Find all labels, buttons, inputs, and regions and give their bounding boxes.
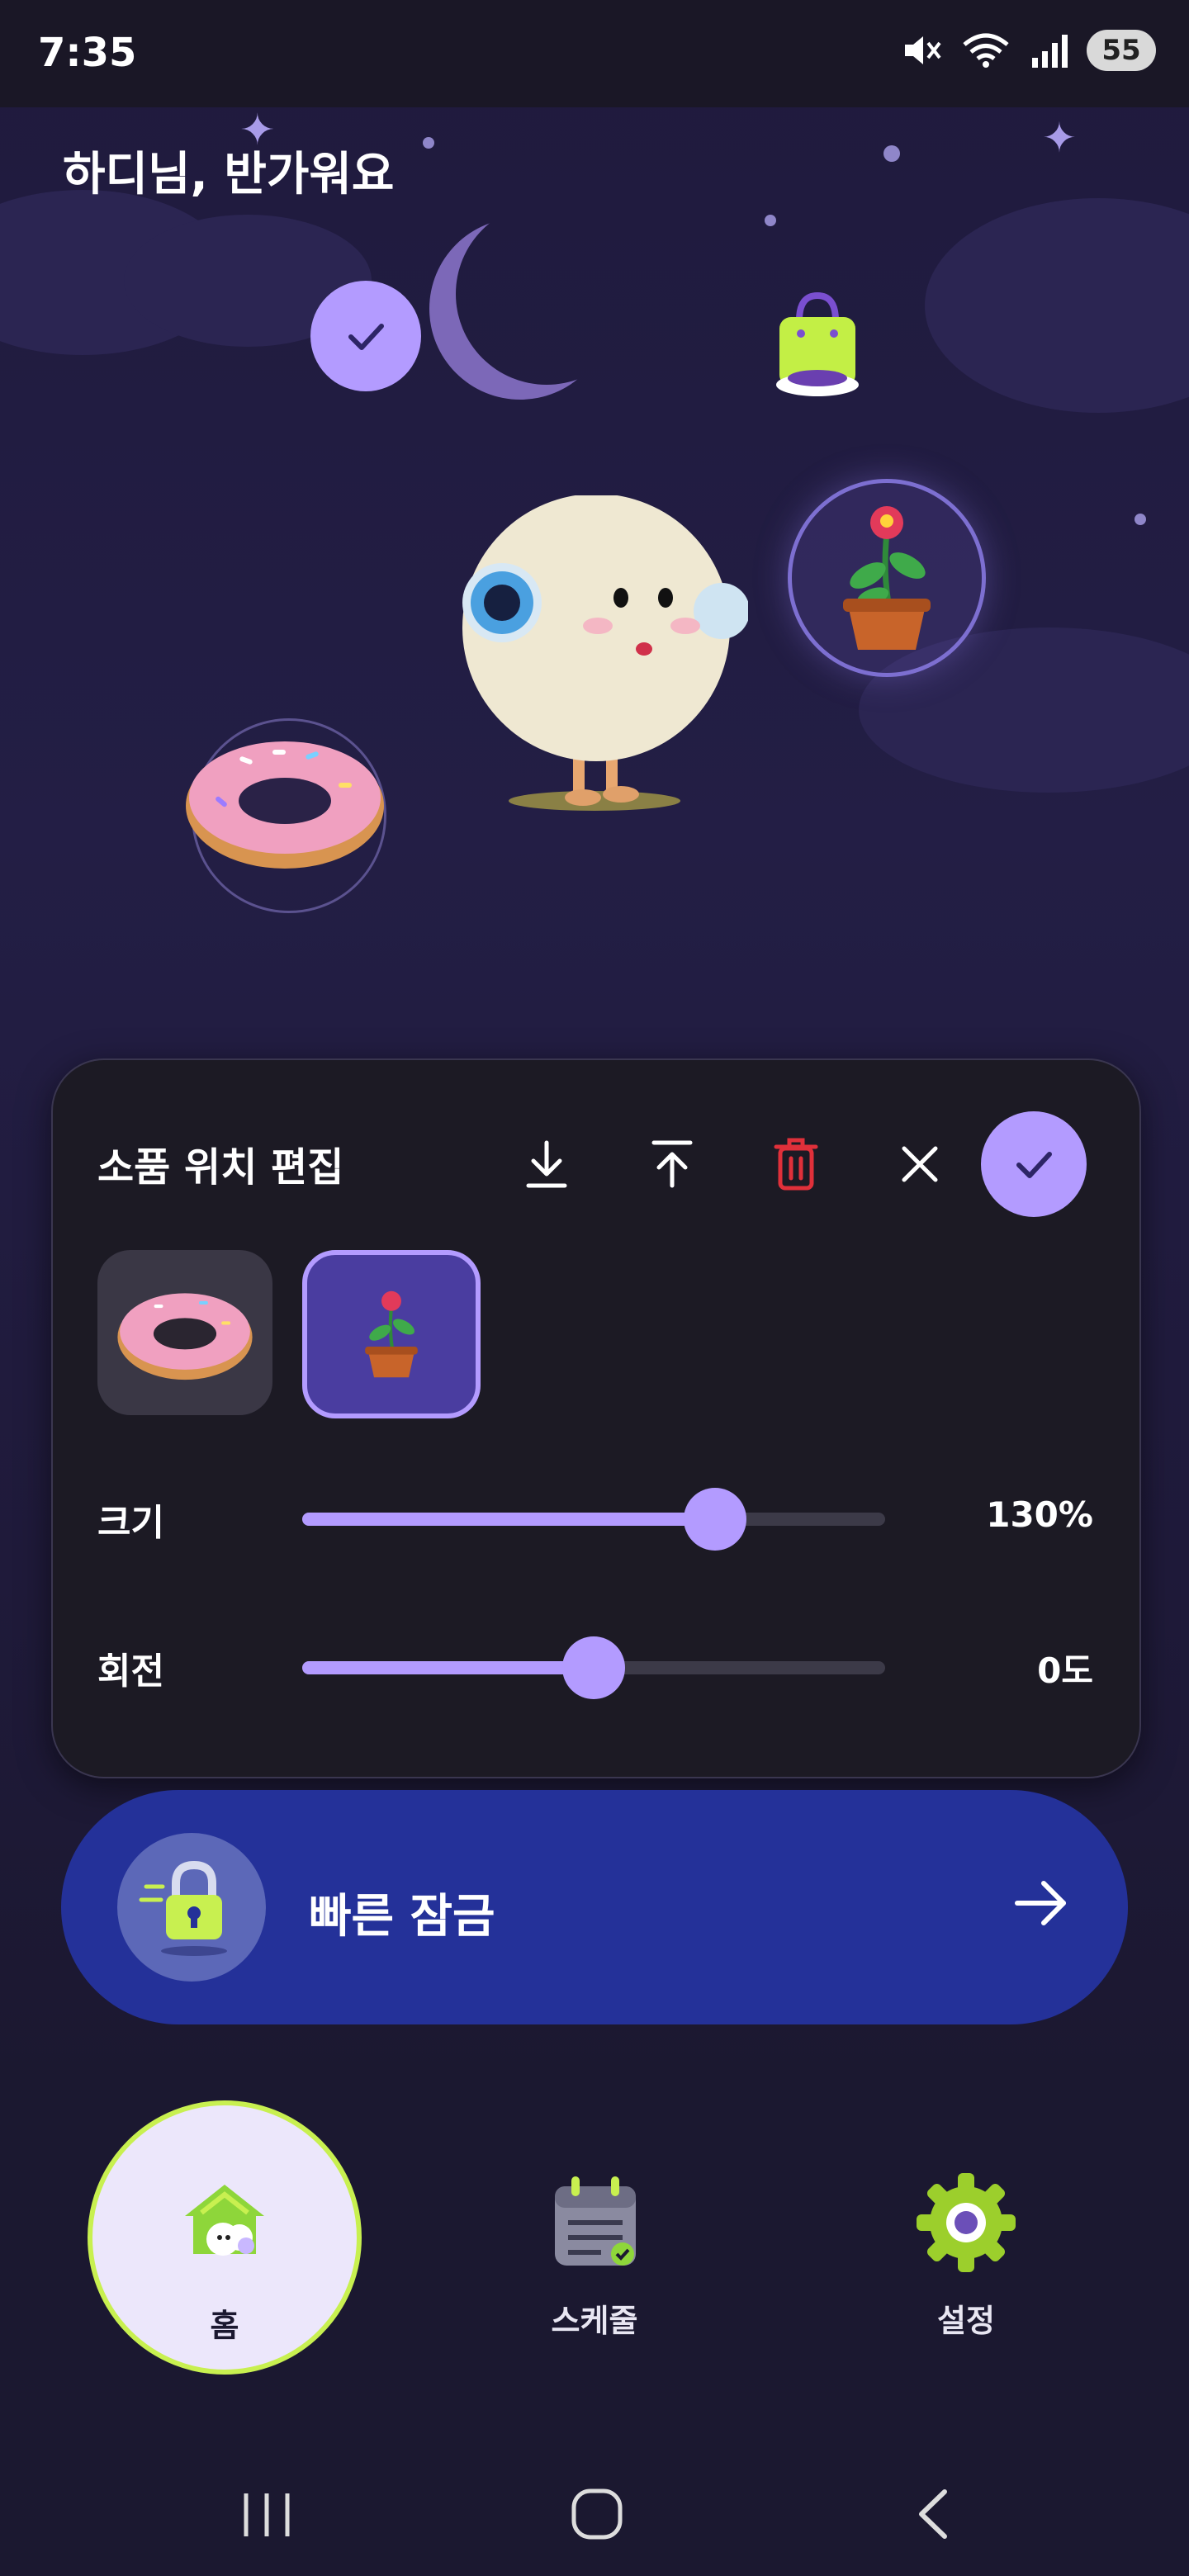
wifi-icon — [963, 33, 1009, 68]
size-slider-fill — [302, 1513, 717, 1526]
star-dot — [1135, 514, 1146, 525]
size-slider-thumb[interactable] — [684, 1488, 746, 1551]
gear-icon — [917, 2173, 1016, 2272]
nav-settings-label: 설정 — [937, 2303, 995, 2339]
home-icon — [185, 2185, 264, 2256]
home-button-icon[interactable] — [570, 2487, 624, 2541]
mascot-character[interactable] — [459, 494, 750, 821]
confirm-placement-button[interactable] — [310, 281, 421, 391]
nav-schedule-tab[interactable]: 스케줄 — [504, 2163, 685, 2345]
signal-icon — [1032, 35, 1068, 68]
shopping-bag-prop[interactable] — [768, 287, 867, 406]
arrow-down-to-line-icon — [526, 1140, 567, 1188]
rotation-value: 0도 — [1037, 1650, 1093, 1691]
flower-pot-prop[interactable] — [788, 479, 986, 677]
nav-settings-tab[interactable]: 설정 — [875, 2163, 1057, 2345]
check-icon — [1016, 1152, 1052, 1178]
check-icon — [348, 324, 384, 350]
battery-indicator: 55 — [1087, 30, 1156, 71]
send-to-back-button[interactable] — [505, 1123, 588, 1205]
rotation-label: 회전 — [97, 1650, 164, 1693]
editor-title: 소품 위치 편집 — [97, 1144, 344, 1191]
rotation-slider-fill — [302, 1661, 594, 1674]
status-icons: 55 — [902, 30, 1156, 71]
prop-tile-donut[interactable] — [97, 1250, 272, 1415]
close-icon — [902, 1146, 938, 1182]
status-bar: 7:35 55 — [0, 0, 1189, 107]
calendar-icon — [555, 2176, 636, 2266]
prop-position-editor: 소품 위치 편집 크기 130% 회전 0도 — [51, 1058, 1141, 1778]
sparkle-icon: ✦ — [1042, 114, 1077, 162]
rotation-slider[interactable] — [302, 1636, 885, 1699]
star-dot — [883, 145, 900, 162]
padlock-icon — [117, 1833, 266, 1982]
rotation-slider-thumb[interactable] — [562, 1636, 625, 1699]
back-icon[interactable] — [912, 2487, 953, 2541]
star-dot — [765, 215, 776, 226]
nav-home-label: 홈 — [210, 2308, 239, 2344]
donut-icon — [117, 1293, 253, 1380]
cloud — [925, 198, 1189, 413]
moon-decoration — [456, 203, 637, 385]
bring-to-front-button[interactable] — [631, 1123, 713, 1205]
arrow-up-from-line-icon — [651, 1140, 693, 1188]
size-value: 130% — [986, 1494, 1093, 1535]
flower-pot-icon — [365, 1290, 418, 1378]
donut-prop[interactable] — [182, 725, 388, 877]
delete-prop-button[interactable] — [755, 1123, 837, 1205]
size-label: 크기 — [97, 1502, 164, 1544]
quick-lock-button[interactable]: 빠른 잠금 — [61, 1790, 1128, 2024]
mute-icon — [905, 36, 941, 64]
status-time: 7:35 — [38, 30, 137, 76]
quick-lock-label: 빠른 잠금 — [309, 1890, 495, 1944]
system-navigation-bar — [0, 2444, 1189, 2576]
close-editor-button[interactable] — [879, 1123, 961, 1205]
prop-tile-flower-pot[interactable] — [302, 1250, 481, 1418]
nav-home-tab[interactable]: 홈 — [88, 2100, 362, 2375]
size-slider[interactable] — [302, 1488, 885, 1551]
arrow-right-icon — [1012, 1874, 1070, 1935]
recent-apps-icon[interactable] — [239, 2490, 294, 2540]
trash-icon — [774, 1138, 818, 1191]
nav-schedule-label: 스케줄 — [551, 2303, 638, 2339]
star-dot — [423, 137, 434, 149]
greeting-text: 하디님, 반가워요 — [63, 148, 395, 201]
save-position-button[interactable] — [981, 1111, 1087, 1217]
